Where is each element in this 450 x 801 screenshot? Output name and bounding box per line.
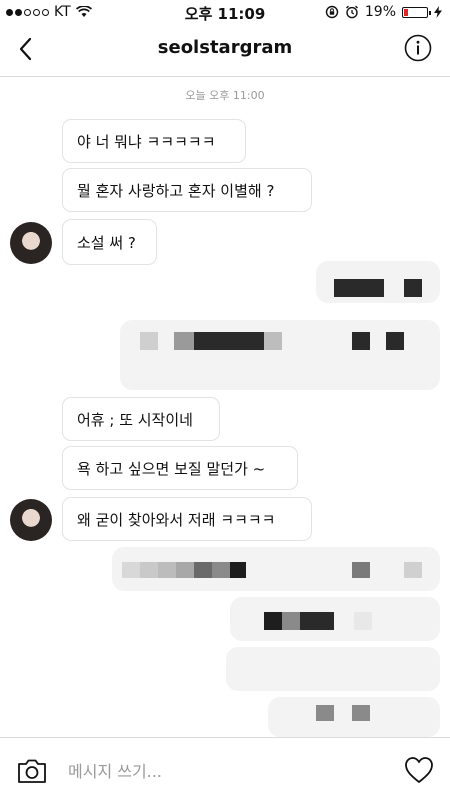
charging-bolt-icon [434, 6, 442, 18]
alarm-icon [345, 5, 358, 19]
message-composer [0, 737, 450, 801]
message-input[interactable] [66, 756, 380, 786]
received-message[interactable]: 야 너 뭐냐 ㅋㅋㅋㅋㅋ [62, 119, 246, 163]
sent-message-obscured[interactable] [112, 547, 440, 591]
info-button[interactable] [404, 34, 432, 62]
rotation-lock-icon [325, 5, 339, 19]
battery-percent: 19% [364, 4, 396, 20]
received-message[interactable]: 왜 굳이 찾아와서 저래 ㅋㅋㅋㅋ [62, 497, 312, 541]
sent-message-obscured[interactable] [120, 320, 440, 390]
sent-message-obscured[interactable] [268, 697, 440, 737]
avatar[interactable] [10, 499, 52, 541]
status-bar: KT 오후 11:09 19% [0, 0, 450, 24]
received-message[interactable]: 소설 써 ? [62, 219, 157, 265]
received-message[interactable]: 뭘 혼자 사랑하고 혼자 이별해 ? [62, 168, 312, 212]
sent-message-obscured[interactable] [230, 597, 440, 641]
received-message[interactable]: 어휴 ; 또 시작이네 [62, 397, 220, 441]
battery-icon [402, 6, 431, 18]
heart-button[interactable] [404, 756, 434, 784]
sent-message-obscured[interactable] [226, 647, 440, 691]
status-right: 19% [325, 4, 442, 20]
avatar[interactable] [10, 222, 52, 264]
conversation-header: seolstargram [0, 24, 450, 77]
received-message[interactable]: 욕 하고 싶으면 보질 말던가 ~ [62, 446, 298, 490]
message-thread[interactable]: 오늘 오후 11:00 야 너 뭐냐 ㅋㅋㅋㅋㅋ 뭘 혼자 사랑하고 혼자 이별… [0, 77, 450, 737]
conversation-title: seolstargram [157, 37, 293, 58]
sent-message-obscured[interactable] [316, 261, 440, 303]
message-timestamp: 오늘 오후 11:00 [185, 89, 265, 102]
camera-button[interactable] [16, 758, 48, 784]
